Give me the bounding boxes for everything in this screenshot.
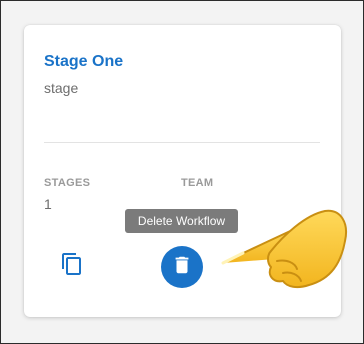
copy-workflow-button[interactable] [57, 251, 87, 281]
page-frame: Stage One stage STAGES 1 TEAM Delete Wor… [0, 0, 364, 344]
stages-label: STAGES [44, 177, 91, 189]
stages-value: 1 [44, 196, 52, 212]
team-label: TEAM [181, 177, 214, 189]
pointing-hand-icon [221, 209, 347, 289]
delete-workflow-button[interactable] [161, 246, 203, 288]
workflow-subtitle: stage [44, 80, 79, 96]
card-divider [44, 142, 320, 143]
trash-icon [171, 254, 193, 281]
copy-icon [60, 252, 84, 281]
workflow-title[interactable]: Stage One [44, 53, 123, 71]
